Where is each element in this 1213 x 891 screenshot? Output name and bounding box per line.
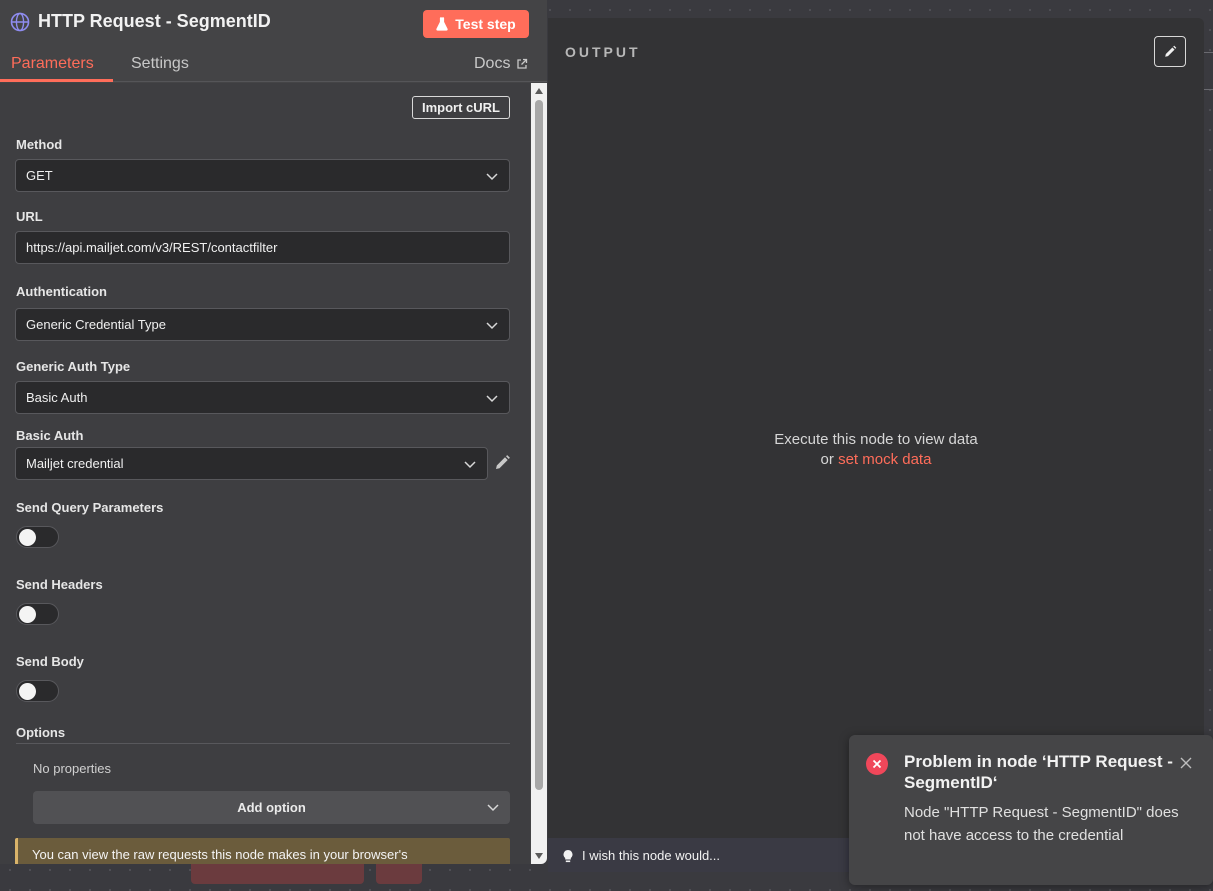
add-option-button[interactable]: Add option xyxy=(33,791,510,824)
test-step-button[interactable]: Test step xyxy=(423,10,529,38)
chevron-down-icon xyxy=(464,461,476,469)
toggle-knob xyxy=(19,606,36,623)
info-notice: You can view the raw requests this node … xyxy=(15,838,510,864)
node-parameters-panel: HTTP Request - SegmentID Test step Param… xyxy=(0,0,547,864)
chevron-down-icon xyxy=(486,173,498,181)
options-divider xyxy=(16,743,510,744)
docs-label: Docs xyxy=(474,55,511,72)
active-tab-indicator xyxy=(0,79,113,82)
no-properties-text: No properties xyxy=(33,761,112,776)
test-step-label: Test step xyxy=(455,16,516,32)
send-headers-label: Send Headers xyxy=(16,577,103,592)
method-value: GET xyxy=(26,168,53,183)
generic-auth-type-label: Generic Auth Type xyxy=(16,359,131,374)
credential-select[interactable]: Mailjet credential xyxy=(15,447,488,480)
error-icon xyxy=(866,753,888,775)
feedback-prompt[interactable]: I wish this node would... xyxy=(562,848,720,863)
feedback-text: I wish this node would... xyxy=(582,848,721,863)
edit-credential-icon[interactable] xyxy=(492,453,512,473)
scroll-up-arrow-icon[interactable] xyxy=(535,88,543,94)
generic-auth-type-value: Basic Auth xyxy=(26,390,88,405)
panel-tabs: Parameters Settings Docs xyxy=(0,48,547,82)
generic-auth-type-select[interactable]: Basic Auth xyxy=(15,381,510,414)
flask-icon xyxy=(436,17,448,31)
parameters-body: Import cURL Method GET URL https://api.m… xyxy=(0,83,530,864)
url-value: https://api.mailjet.com/v3/REST/contactf… xyxy=(26,240,278,255)
options-label: Options xyxy=(16,725,66,740)
execute-hint: Execute this node to view data xyxy=(774,431,978,448)
pencil-icon xyxy=(1165,45,1177,57)
feedback-bar[interactable]: I wish this node would... xyxy=(548,838,853,872)
scroll-down-arrow-icon[interactable] xyxy=(535,853,543,859)
lightbulb-icon xyxy=(563,849,573,862)
send-body-toggle[interactable] xyxy=(16,680,59,702)
mock-data-line: or set mock data xyxy=(548,450,1204,470)
authentication-value: Generic Credential Type xyxy=(26,317,166,332)
output-panel: OUTPUT Execute this node to view data or… xyxy=(548,18,1204,838)
method-select[interactable]: GET xyxy=(15,159,510,192)
globe-icon xyxy=(10,12,30,31)
chevron-down-icon xyxy=(486,395,498,403)
scrollbar-thumb[interactable] xyxy=(535,100,543,790)
chevron-down-icon xyxy=(487,804,499,812)
send-headers-toggle[interactable] xyxy=(16,603,59,625)
edit-output-button[interactable] xyxy=(1154,36,1186,67)
method-label: Method xyxy=(16,137,63,152)
send-query-toggle[interactable] xyxy=(16,526,59,548)
send-body-label: Send Body xyxy=(16,654,84,669)
add-option-label: Add option xyxy=(237,800,306,815)
tab-settings[interactable]: Settings xyxy=(131,55,189,73)
chevron-down-icon xyxy=(486,322,498,330)
output-title: OUTPUT xyxy=(565,44,641,60)
authentication-select[interactable]: Generic Credential Type xyxy=(15,308,510,341)
set-mock-data-link[interactable]: set mock data xyxy=(838,451,931,468)
error-toast: Problem in node ‘HTTP Request - SegmentI… xyxy=(849,735,1213,885)
url-input[interactable]: https://api.mailjet.com/v3/REST/contactf… xyxy=(15,231,510,264)
send-query-label: Send Query Parameters xyxy=(16,500,164,515)
close-icon[interactable] xyxy=(1180,757,1192,769)
url-label: URL xyxy=(16,209,43,224)
node-title[interactable]: HTTP Request - SegmentID xyxy=(38,11,271,32)
toggle-knob xyxy=(19,683,36,700)
panel-header: HTTP Request - SegmentID Test step Param… xyxy=(0,0,547,82)
authentication-label: Authentication xyxy=(16,284,107,299)
basic-auth-label: Basic Auth xyxy=(16,428,84,443)
toast-message: Node "HTTP Request - SegmentID" does not… xyxy=(904,804,1179,844)
import-curl-button[interactable]: Import cURL xyxy=(412,96,510,119)
tab-parameters[interactable]: Parameters xyxy=(11,55,94,73)
node-title-row: HTTP Request - SegmentID xyxy=(10,11,271,32)
or-text: or xyxy=(820,451,834,468)
credential-value: Mailjet credential xyxy=(26,456,124,471)
toggle-knob xyxy=(19,529,36,546)
docs-link[interactable]: Docs xyxy=(474,55,528,73)
toast-title: Problem in node ‘HTTP Request - SegmentI… xyxy=(904,752,1173,792)
empty-output-message: Execute this node to view data or set mo… xyxy=(548,430,1204,470)
external-link-icon xyxy=(517,58,528,69)
